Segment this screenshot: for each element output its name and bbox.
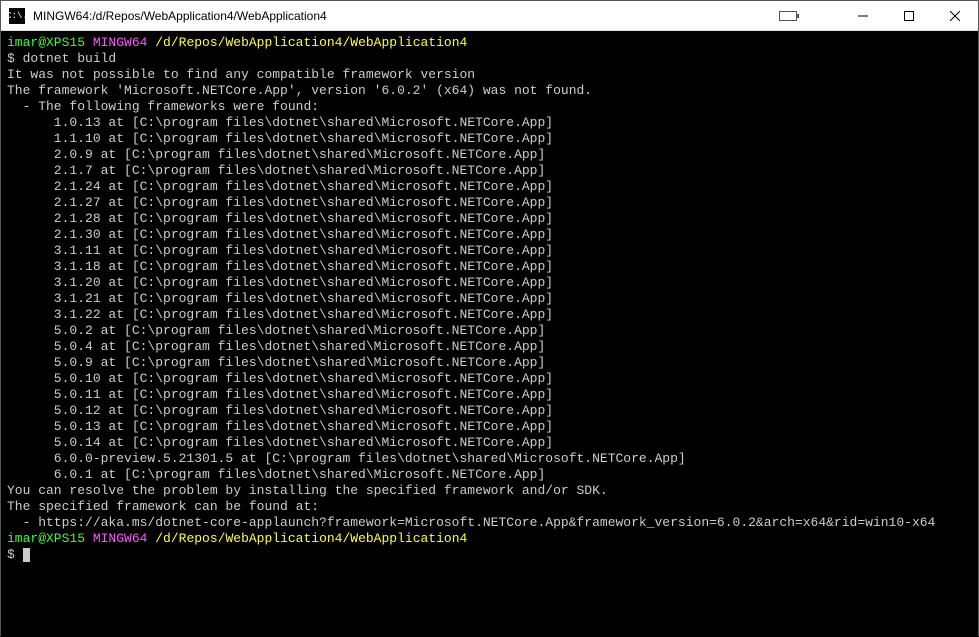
output-line: It was not possible to find any compatib… bbox=[7, 67, 972, 83]
titlebar-controls bbox=[776, 1, 978, 31]
framework-entry: 2.1.27 at [C:\program files\dotnet\share… bbox=[7, 195, 972, 211]
framework-entry: 3.1.21 at [C:\program files\dotnet\share… bbox=[7, 291, 972, 307]
output-line: The specified framework can be found at: bbox=[7, 499, 972, 515]
framework-entry: 5.0.14 at [C:\program files\dotnet\share… bbox=[7, 435, 972, 451]
framework-entry: 5.0.10 at [C:\program files\dotnet\share… bbox=[7, 371, 972, 387]
output-line: - The following frameworks were found: bbox=[7, 99, 972, 115]
framework-entry: 1.0.13 at [C:\program files\dotnet\share… bbox=[7, 115, 972, 131]
prompt-path: /d/Repos/WebApplication4/WebApplication4 bbox=[155, 35, 467, 50]
command-line: $ dotnet build bbox=[7, 51, 972, 67]
framework-entry: 6.0.1 at [C:\program files\dotnet\shared… bbox=[7, 467, 972, 483]
framework-entry: 2.1.24 at [C:\program files\dotnet\share… bbox=[7, 179, 972, 195]
app-icon: C:\. bbox=[9, 8, 25, 24]
framework-entry: 2.1.30 at [C:\program files\dotnet\share… bbox=[7, 227, 972, 243]
framework-entry: 3.1.20 at [C:\program files\dotnet\share… bbox=[7, 275, 972, 291]
prompt-env: MINGW64 bbox=[93, 35, 148, 50]
framework-entry: 5.0.4 at [C:\program files\dotnet\shared… bbox=[7, 339, 972, 355]
cursor bbox=[23, 548, 30, 562]
prompt-input[interactable]: $ bbox=[7, 547, 972, 563]
battery-icon bbox=[776, 8, 800, 24]
framework-entry: 5.0.2 at [C:\program files\dotnet\shared… bbox=[7, 323, 972, 339]
framework-entry: 5.0.12 at [C:\program files\dotnet\share… bbox=[7, 403, 972, 419]
framework-entry: 5.0.13 at [C:\program files\dotnet\share… bbox=[7, 419, 972, 435]
prompt-user: imar@XPS15 bbox=[7, 35, 85, 50]
prompt-path: /d/Repos/WebApplication4/WebApplication4 bbox=[155, 531, 467, 546]
framework-entry: 3.1.11 at [C:\program files\dotnet\share… bbox=[7, 243, 972, 259]
framework-entry: 2.0.9 at [C:\program files\dotnet\shared… bbox=[7, 147, 972, 163]
output-url: - https://aka.ms/dotnet-core-applaunch?f… bbox=[7, 515, 972, 531]
minimize-button[interactable] bbox=[840, 1, 886, 31]
close-button[interactable] bbox=[932, 1, 978, 31]
framework-entry: 3.1.22 at [C:\program files\dotnet\share… bbox=[7, 307, 972, 323]
maximize-button[interactable] bbox=[886, 1, 932, 31]
framework-entry: 6.0.0-preview.5.21301.5 at [C:\program f… bbox=[7, 451, 972, 467]
prompt-env: MINGW64 bbox=[93, 531, 148, 546]
framework-entry: 2.1.7 at [C:\program files\dotnet\shared… bbox=[7, 163, 972, 179]
framework-entry: 5.0.11 at [C:\program files\dotnet\share… bbox=[7, 387, 972, 403]
framework-entry: 1.1.10 at [C:\program files\dotnet\share… bbox=[7, 131, 972, 147]
framework-entry: 3.1.18 at [C:\program files\dotnet\share… bbox=[7, 259, 972, 275]
prompt-user: imar@XPS15 bbox=[7, 531, 85, 546]
window-title: MINGW64:/d/Repos/WebApplication4/WebAppl… bbox=[33, 9, 776, 23]
output-line: The framework 'Microsoft.NETCore.App', v… bbox=[7, 83, 972, 99]
framework-entry: 2.1.28 at [C:\program files\dotnet\share… bbox=[7, 211, 972, 227]
titlebar: C:\. MINGW64:/d/Repos/WebApplication4/We… bbox=[1, 1, 978, 31]
framework-entry: 5.0.9 at [C:\program files\dotnet\shared… bbox=[7, 355, 972, 371]
output-line: You can resolve the problem by installin… bbox=[7, 483, 972, 499]
terminal-area[interactable]: imar@XPS15 MINGW64 /d/Repos/WebApplicati… bbox=[1, 31, 978, 637]
